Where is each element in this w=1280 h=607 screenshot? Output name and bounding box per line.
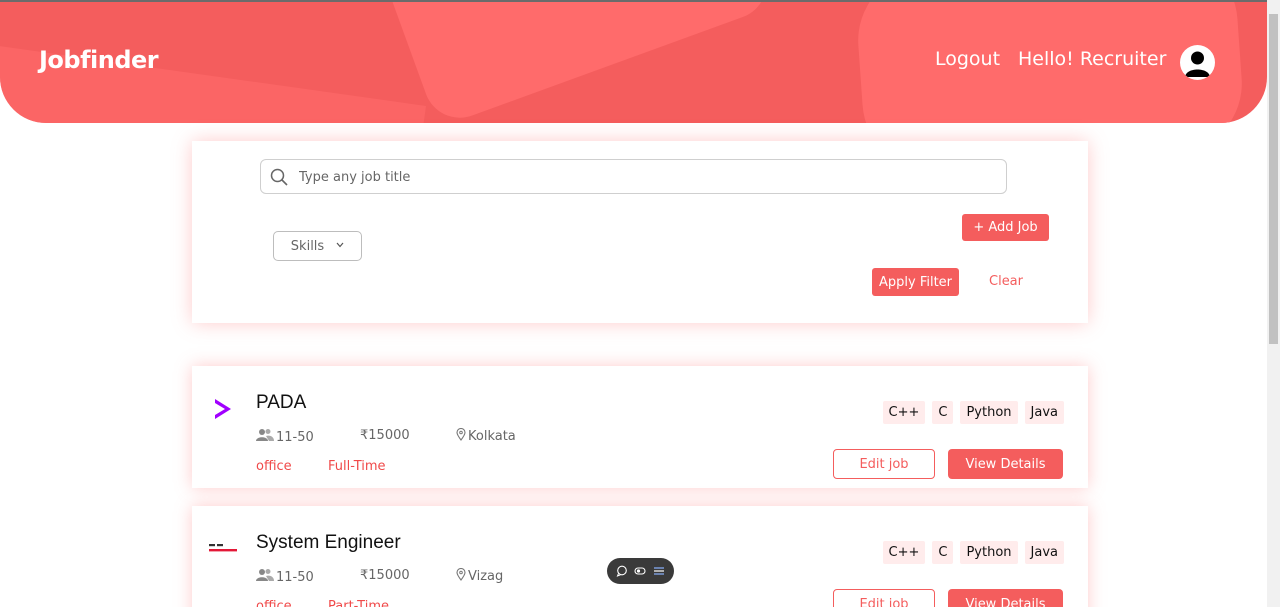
edit-job-button[interactable]: Edit job <box>833 589 935 607</box>
header-decoration <box>373 2 777 123</box>
company-size-value: 11-50 <box>276 569 314 585</box>
work-mode-tag: office <box>256 459 292 474</box>
salary: ₹15000 <box>360 428 410 443</box>
settings-sliders-icon[interactable] <box>653 565 665 577</box>
people-icon <box>256 568 274 586</box>
skill-tag: Python <box>960 541 1018 564</box>
location-pin-icon <box>456 567 466 585</box>
people-icon <box>256 428 274 446</box>
view-details-button[interactable]: View Details <box>948 449 1063 479</box>
apply-filter-button[interactable]: Apply Filter <box>872 268 959 296</box>
chat-bubble-icon[interactable] <box>616 565 628 577</box>
job-type-tag: Part-Time <box>328 599 389 607</box>
company-size-value: 11-50 <box>276 429 314 445</box>
search-input[interactable] <box>299 166 989 188</box>
chevron-down-icon <box>336 241 344 251</box>
brand-logo[interactable]: Jobfinder <box>39 46 159 74</box>
job-title[interactable]: PADA <box>256 392 306 414</box>
add-job-button[interactable]: + Add Job <box>962 214 1049 241</box>
skill-tags: C++ C Python Java <box>882 401 1064 424</box>
job-card: PADA 11-50 ₹15000 Kolkata office Full-Ti… <box>192 366 1088 488</box>
skill-tag: C <box>932 401 954 424</box>
scrollbar-thumb[interactable] <box>1269 14 1278 344</box>
view-details-button[interactable]: View Details <box>948 589 1063 607</box>
toggle-icon[interactable] <box>634 565 647 577</box>
work-mode-tag: office <box>256 599 292 607</box>
tech-mahindra-logo-icon <box>208 534 238 564</box>
location: Kolkata <box>456 427 516 445</box>
search-box <box>260 159 1007 194</box>
skill-tags: C++ C Python Java <box>882 541 1064 564</box>
floating-toolbar <box>607 558 674 584</box>
skills-dropdown-label: Skills <box>290 238 325 254</box>
job-title[interactable]: System Engineer <box>256 532 401 554</box>
greeting-text: Hello! Recruiter <box>1018 48 1167 70</box>
skill-tag: Python <box>960 401 1018 424</box>
location-pin-icon <box>456 427 466 445</box>
clear-filter-button[interactable]: Clear <box>989 274 1023 289</box>
location-value: Kolkata <box>468 429 516 444</box>
company-size: 11-50 <box>256 428 314 446</box>
skill-tag: C++ <box>882 401 926 424</box>
accenture-logo-icon <box>208 394 238 424</box>
logout-link[interactable]: Logout <box>935 48 1000 70</box>
skills-dropdown[interactable]: Skills <box>273 231 362 261</box>
job-card: System Engineer 11-50 ₹15000 Vizag offic… <box>192 506 1088 607</box>
page: Jobfinder Logout Hello! Recruiter Skills <box>0 0 1280 607</box>
skill-tag: C++ <box>882 541 926 564</box>
user-avatar-icon[interactable] <box>1180 45 1215 80</box>
location: Vizag <box>456 567 504 585</box>
edit-job-button[interactable]: Edit job <box>833 449 935 479</box>
job-type-tag: Full-Time <box>328 459 386 474</box>
company-size: 11-50 <box>256 568 314 586</box>
header-banner: Jobfinder Logout Hello! Recruiter <box>0 0 1267 123</box>
skill-tag: C <box>932 541 954 564</box>
salary: ₹15000 <box>360 568 410 583</box>
skill-tag: Java <box>1024 401 1064 424</box>
search-icon <box>269 167 289 187</box>
filter-panel: Skills + Add Job Apply Filter Clear <box>192 141 1088 323</box>
skill-tag: Java <box>1024 541 1064 564</box>
page-scrollbar[interactable] <box>1267 0 1280 607</box>
location-value: Vizag <box>468 569 504 584</box>
